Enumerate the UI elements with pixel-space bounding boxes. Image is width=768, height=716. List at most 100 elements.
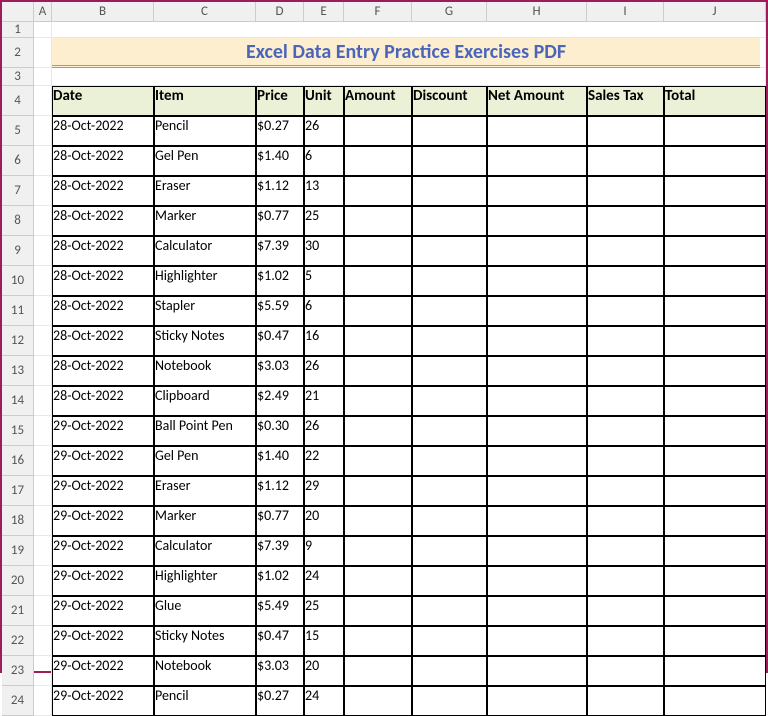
cell-date[interactable]: 28-Oct-2022 [52,116,154,146]
row-header-3[interactable]: 3 [2,68,34,86]
cell-netamount[interactable] [487,596,587,626]
col-header-j[interactable]: J [664,2,766,21]
cell-discount[interactable] [412,566,487,596]
cell-netamount[interactable] [487,386,587,416]
cell-unit[interactable]: 24 [304,686,344,716]
cell[interactable] [34,656,52,686]
cell-date[interactable]: 28-Oct-2022 [52,266,154,296]
cell-amount[interactable] [344,536,412,566]
header-date[interactable]: Date [52,86,154,116]
cell-discount[interactable] [412,416,487,446]
cell-item[interactable]: Marker [154,506,256,536]
cell-total[interactable] [664,386,766,416]
cell-total[interactable] [664,116,766,146]
cell-amount[interactable] [344,596,412,626]
cell-price[interactable]: $0.27 [256,686,304,716]
cell-discount[interactable] [412,356,487,386]
cell-date[interactable]: 28-Oct-2022 [52,206,154,236]
cell-item[interactable]: Highlighter [154,566,256,596]
cell-item[interactable]: Gel Pen [154,146,256,176]
cell-item[interactable]: Ball Point Pen [154,416,256,446]
header-amount[interactable]: Amount [344,86,412,116]
cell-date[interactable]: 29-Oct-2022 [52,566,154,596]
cell-item[interactable]: Marker [154,206,256,236]
cell-salestax[interactable] [587,536,664,566]
row-header[interactable]: 14 [2,386,34,416]
cell-price[interactable]: $0.77 [256,206,304,236]
cell-date[interactable]: 29-Oct-2022 [52,476,154,506]
cell[interactable] [34,626,52,656]
cell-netamount[interactable] [487,686,587,716]
cell-salestax[interactable] [587,686,664,716]
cell-total[interactable] [664,596,766,626]
cell-discount[interactable] [412,176,487,206]
cell-amount[interactable] [344,356,412,386]
cell-price[interactable]: $0.47 [256,626,304,656]
cell-price[interactable]: $1.12 [256,476,304,506]
row-header[interactable]: 6 [2,146,34,176]
row-header[interactable]: 13 [2,356,34,386]
cell-amount[interactable] [344,176,412,206]
cell-salestax[interactable] [587,656,664,686]
col-header-d[interactable]: D [256,2,304,21]
cell[interactable] [34,566,52,596]
cell-discount[interactable] [412,386,487,416]
cell[interactable] [34,68,52,86]
cell[interactable] [34,116,52,146]
cell-salestax[interactable] [587,566,664,596]
row-header[interactable]: 11 [2,296,34,326]
cell[interactable] [34,356,52,386]
row-header[interactable]: 23 [2,656,34,686]
cell-price[interactable]: $7.39 [256,536,304,566]
cell-price[interactable]: $3.03 [256,656,304,686]
cell-item[interactable]: Notebook [154,356,256,386]
row-header[interactable]: 5 [2,116,34,146]
cell-unit[interactable]: 26 [304,116,344,146]
cell-total[interactable] [664,326,766,356]
cell-discount[interactable] [412,146,487,176]
col-header-b[interactable]: B [52,2,154,21]
cell-item[interactable]: Stapler [154,296,256,326]
cell-netamount[interactable] [487,446,587,476]
cell-discount[interactable] [412,266,487,296]
cell-unit[interactable]: 13 [304,176,344,206]
cell-unit[interactable]: 21 [304,386,344,416]
row-header[interactable]: 24 [2,686,34,716]
cell-item[interactable]: Highlighter [154,266,256,296]
cell-salestax[interactable] [587,146,664,176]
cell-total[interactable] [664,176,766,206]
cell-netamount[interactable] [487,116,587,146]
cell-amount[interactable] [344,266,412,296]
cell-item[interactable]: Sticky Notes [154,326,256,356]
col-header-c[interactable]: C [154,2,256,21]
cell-date[interactable]: 28-Oct-2022 [52,386,154,416]
cell-unit[interactable]: 6 [304,296,344,326]
col-header-f[interactable]: F [344,2,412,21]
header-item[interactable]: Item [154,86,256,116]
row-header[interactable]: 15 [2,416,34,446]
cell-date[interactable]: 29-Oct-2022 [52,626,154,656]
cell-item[interactable]: Pencil [154,116,256,146]
cell-netamount[interactable] [487,476,587,506]
cell-amount[interactable] [344,416,412,446]
cell-price[interactable]: $0.27 [256,116,304,146]
cell-unit[interactable]: 15 [304,626,344,656]
col-header-h[interactable]: H [487,2,587,21]
cell-amount[interactable] [344,566,412,596]
cell-unit[interactable]: 6 [304,146,344,176]
header-total[interactable]: Total [664,86,766,116]
cell-total[interactable] [664,686,766,716]
cell-salestax[interactable] [587,476,664,506]
cell-salestax[interactable] [587,326,664,356]
cell-price[interactable]: $5.59 [256,296,304,326]
cell-total[interactable] [664,236,766,266]
col-header-i[interactable]: I [587,2,664,21]
row-header[interactable]: 9 [2,236,34,266]
cell-netamount[interactable] [487,416,587,446]
cell-total[interactable] [664,656,766,686]
cell[interactable] [34,416,52,446]
cell-total[interactable] [664,626,766,656]
cell[interactable] [760,38,766,68]
row-header-1[interactable]: 1 [2,22,34,38]
cell-discount[interactable] [412,326,487,356]
